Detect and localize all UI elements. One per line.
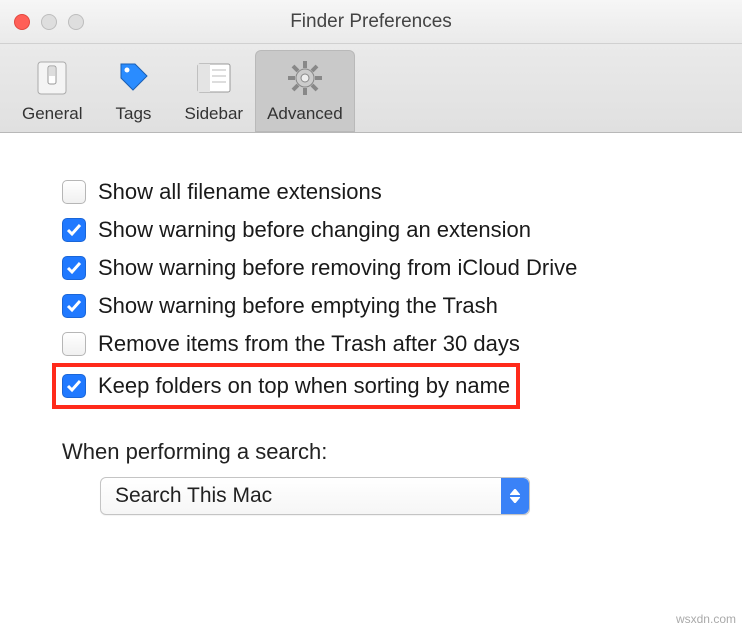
option-remove-30-days-label: Remove items from the Trash after 30 day… xyxy=(98,331,520,357)
preferences-toolbar: General Tags Sidebar Advanced xyxy=(0,44,742,133)
zoom-button[interactable] xyxy=(68,14,84,30)
sidebar-icon xyxy=(192,56,236,100)
option-remove-30-days: Remove items from the Trash after 30 day… xyxy=(62,325,702,363)
option-folders-on-top: Keep folders on top when sorting by name xyxy=(62,371,510,401)
gear-icon xyxy=(283,56,327,100)
stepper-arrows-icon xyxy=(501,478,529,514)
checkbox-folders-on-top[interactable] xyxy=(62,374,86,398)
traffic-lights xyxy=(14,14,84,30)
search-scope-value: Search This Mac xyxy=(115,484,272,508)
checkbox-remove-30-days[interactable] xyxy=(62,332,86,356)
option-warn-extension: Show warning before changing an extensio… xyxy=(62,211,702,249)
tab-advanced[interactable]: Advanced xyxy=(255,50,355,132)
tab-tags[interactable]: Tags xyxy=(94,50,172,132)
content-pane: Show all filename extensions Show warnin… xyxy=(0,133,742,535)
minimize-button[interactable] xyxy=(41,14,57,30)
search-section-label: When performing a search: xyxy=(62,439,702,465)
tab-general[interactable]: General xyxy=(10,50,94,132)
option-warn-trash: Show warning before emptying the Trash xyxy=(62,287,702,325)
option-show-extensions: Show all filename extensions xyxy=(62,173,702,211)
option-warn-trash-label: Show warning before emptying the Trash xyxy=(98,293,498,319)
tab-general-label: General xyxy=(22,104,82,124)
watermark: wsxdn.com xyxy=(676,612,736,626)
tab-sidebar-label: Sidebar xyxy=(184,104,243,124)
option-warn-extension-label: Show warning before changing an extensio… xyxy=(98,217,531,243)
switch-icon xyxy=(30,56,74,100)
option-warn-icloud-label: Show warning before removing from iCloud… xyxy=(98,255,577,281)
checkbox-warn-icloud[interactable] xyxy=(62,256,86,280)
option-show-extensions-label: Show all filename extensions xyxy=(98,179,382,205)
highlighted-option: Keep folders on top when sorting by name xyxy=(52,363,520,409)
window-title: Finder Preferences xyxy=(290,11,452,33)
close-button[interactable] xyxy=(14,14,30,30)
titlebar: Finder Preferences xyxy=(0,0,742,44)
option-warn-icloud: Show warning before removing from iCloud… xyxy=(62,249,702,287)
tab-advanced-label: Advanced xyxy=(267,104,343,124)
tab-sidebar[interactable]: Sidebar xyxy=(172,50,255,132)
checkbox-show-extensions[interactable] xyxy=(62,180,86,204)
checkbox-warn-extension[interactable] xyxy=(62,218,86,242)
tab-tags-label: Tags xyxy=(116,104,152,124)
checkbox-warn-trash[interactable] xyxy=(62,294,86,318)
option-folders-on-top-label: Keep folders on top when sorting by name xyxy=(98,373,510,399)
search-scope-select[interactable]: Search This Mac xyxy=(100,477,530,515)
tag-icon xyxy=(111,56,155,100)
